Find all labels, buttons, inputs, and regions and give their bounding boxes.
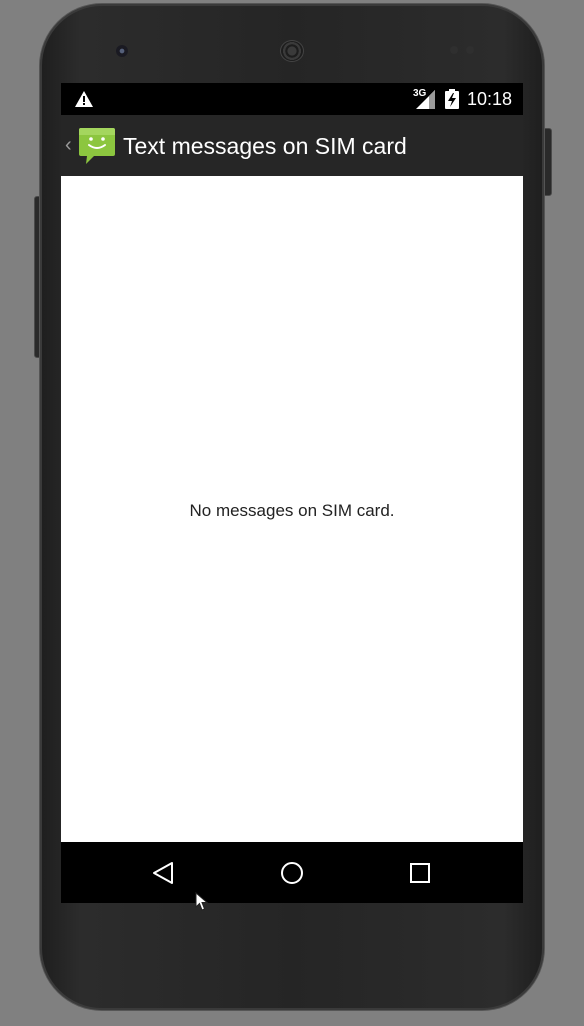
up-arrow-icon[interactable]: ‹ [65, 133, 72, 157]
empty-state-text: No messages on SIM card. [189, 501, 395, 520]
light-sensor [466, 46, 474, 54]
back-triangle-icon [153, 862, 173, 884]
front-camera [116, 45, 128, 57]
message-list-area: No messages on SIM card. [61, 176, 523, 842]
messaging-app-icon[interactable] [78, 125, 116, 165]
status-clock: 10:18 [467, 89, 513, 109]
home-button[interactable] [277, 858, 307, 888]
mouse-cursor-icon [195, 892, 209, 911]
recents-square-icon [410, 863, 430, 883]
earpiece-speaker [280, 40, 304, 62]
navigation-bar [61, 842, 523, 903]
power-key[interactable] [544, 128, 552, 196]
device-screen: 3G 10:18 ‹ Text messages on SIM card No … [61, 83, 523, 903]
warning-icon [75, 91, 93, 107]
back-button[interactable] [149, 858, 179, 888]
status-bar: 3G 10:18 [61, 83, 523, 115]
emulator-stage: 3G 10:18 ‹ Text messages on SIM card No … [0, 0, 584, 1026]
home-circle-icon [281, 862, 303, 884]
page-title: Text messages on SIM card [123, 133, 407, 159]
recents-button[interactable] [405, 858, 435, 888]
proximity-sensor [450, 46, 458, 54]
battery-icon [445, 89, 459, 109]
signal-icon [416, 90, 435, 109]
action-bar: ‹ Text messages on SIM card [61, 115, 523, 176]
